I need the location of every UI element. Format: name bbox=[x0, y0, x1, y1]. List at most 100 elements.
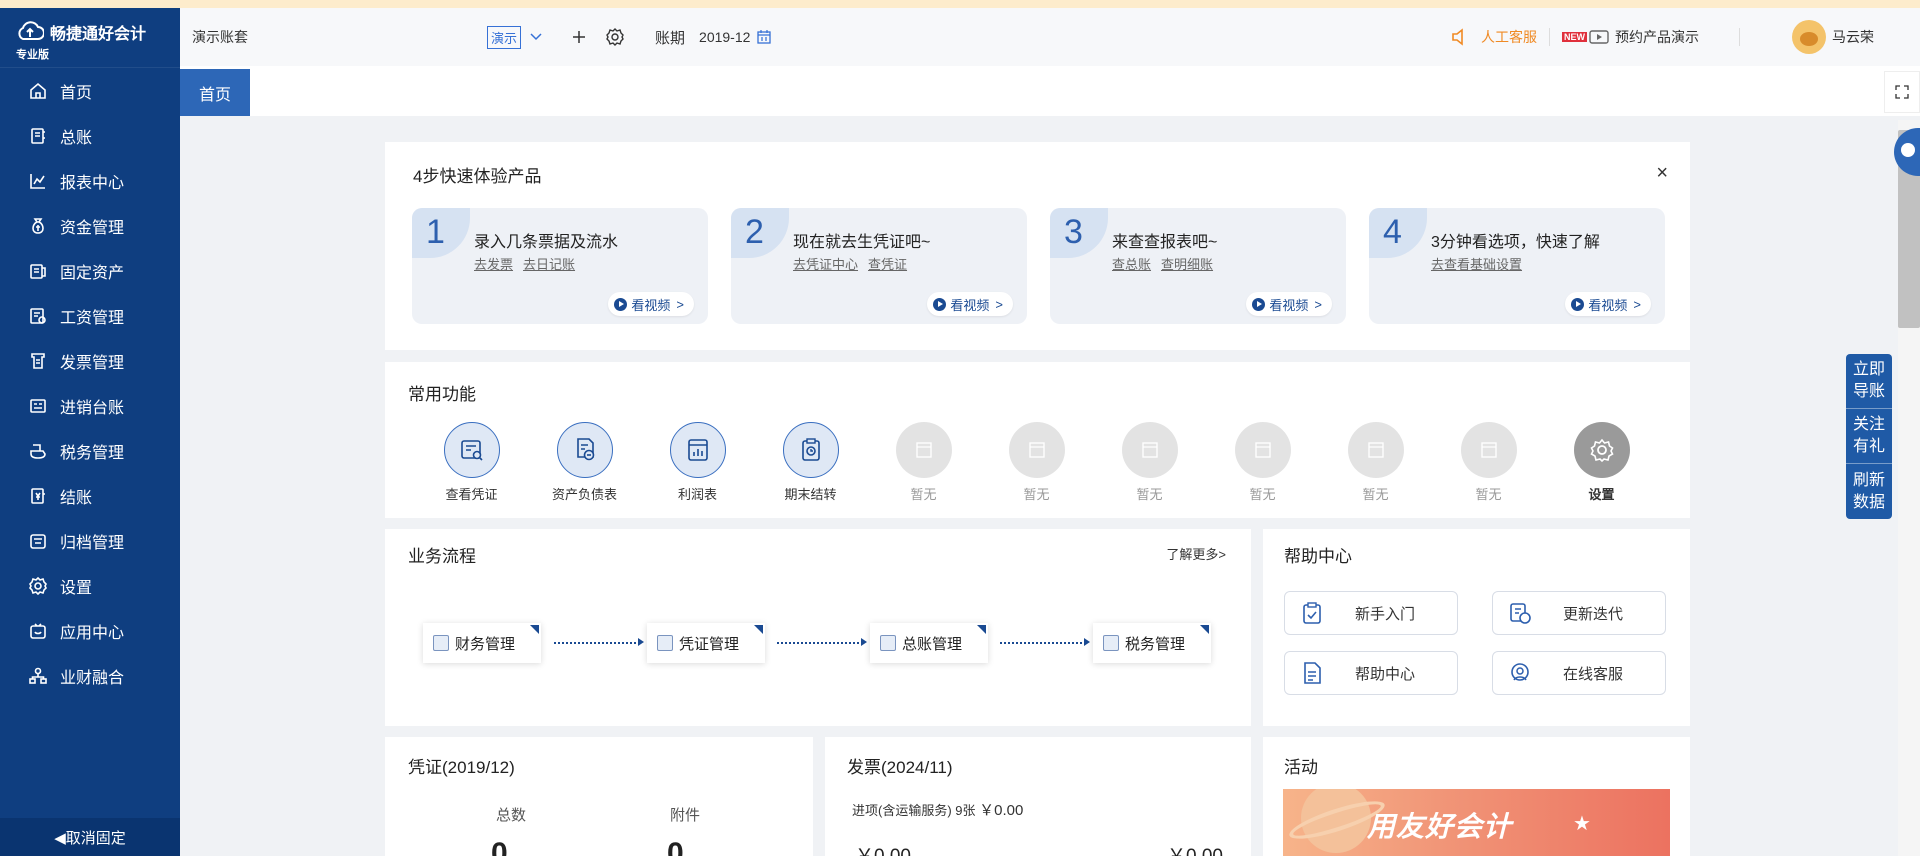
sidebar-item-close-books[interactable]: 结账 bbox=[0, 473, 180, 518]
watch-video-button[interactable]: 看视频 > bbox=[1246, 292, 1332, 316]
business-flow-title: 业务流程 bbox=[408, 547, 476, 566]
close-icon[interactable]: × bbox=[1656, 162, 1668, 185]
brand-logo[interactable]: 畅捷通好会计 专业版 bbox=[0, 8, 180, 68]
quick-start-title: 4步快速体验产品 bbox=[413, 167, 542, 186]
account-demo-tag: 演示 bbox=[487, 25, 522, 49]
function-income-statement[interactable]: 利润表 bbox=[641, 422, 754, 503]
step-link[interactable]: 去日记账 bbox=[523, 257, 575, 272]
invoice-summary-card: 发票(2024/11) 进项(含运输服务) 9张 ￥0.00 ￥0.00 ￥0.… bbox=[825, 737, 1251, 856]
human-service-button[interactable]: 人工客服 bbox=[1449, 26, 1537, 48]
input-invoice-count: 9张 bbox=[955, 803, 976, 818]
online-support-button[interactable]: 在线客服 bbox=[1492, 651, 1666, 695]
sidebar-item-label: 工资管理 bbox=[60, 309, 125, 327]
sidebar-nav: 首页 总账 报表中心 资金管理 固定资产 工资管理 发票管理 进销台账 税务管理… bbox=[0, 68, 180, 698]
common-functions-title: 常用功能 bbox=[408, 385, 476, 404]
activity-title: 活动 bbox=[1284, 758, 1318, 777]
release-notes-button[interactable]: 更新迭代 bbox=[1492, 591, 1666, 635]
function-empty-slot: 暂无 bbox=[980, 422, 1093, 503]
sidebar-item-funds[interactable]: 资金管理 bbox=[0, 203, 180, 248]
tab-bar: 首页 bbox=[180, 66, 1920, 116]
flow-step-tax[interactable]: 税务管理 bbox=[1093, 623, 1211, 663]
divider bbox=[1549, 28, 1550, 46]
step-title: 3分钟看选项，快速了解 bbox=[1431, 234, 1600, 251]
invoice-icon bbox=[28, 351, 48, 371]
step-title: 现在就去生凭证吧~ bbox=[793, 234, 931, 251]
unpin-sidebar-button[interactable]: ◀取消固定 bbox=[0, 818, 180, 856]
placeholder-icon bbox=[895, 422, 952, 478]
tab-home[interactable]: 首页 bbox=[180, 69, 250, 116]
asset-icon bbox=[28, 261, 48, 281]
flow-step-finance[interactable]: 财务管理 bbox=[423, 623, 541, 663]
app-icon bbox=[28, 621, 48, 641]
voucher-title: 凭证(2019/12) bbox=[408, 758, 515, 777]
function-period-end-transfer[interactable]: 期末结转 bbox=[754, 422, 867, 503]
beginner-guide-button[interactable]: 新手入门 bbox=[1284, 591, 1458, 635]
sidebar-item-invoices[interactable]: 发票管理 bbox=[0, 338, 180, 383]
voucher-summary-card: 凭证(2019/12) 总数 附件 0 0 bbox=[385, 737, 813, 856]
refresh-data-button[interactable]: 刷新数据 bbox=[1846, 464, 1892, 519]
account-selector[interactable]: 演示账套 bbox=[192, 27, 477, 47]
sidebar-item-tax[interactable]: 税务管理 bbox=[0, 428, 180, 473]
sidebar-item-ledger[interactable]: 总账 bbox=[0, 113, 180, 158]
function-balance-sheet[interactable]: 资产负债表 bbox=[528, 422, 641, 503]
clipboard-check-icon bbox=[1303, 602, 1321, 624]
calendar-icon[interactable] bbox=[756, 29, 772, 45]
watch-video-button[interactable]: 看视频 > bbox=[608, 292, 694, 316]
help-button-label: 更新迭代 bbox=[1563, 605, 1624, 623]
chevron-down-icon[interactable] bbox=[529, 30, 543, 44]
sidebar-item-inventory[interactable]: 进销台账 bbox=[0, 383, 180, 428]
input-invoice-line[interactable]: 进项(含运输服务) 9张 ￥0.00 bbox=[852, 799, 1023, 820]
quick-step: 3 来查查报表吧~ 查总账 查明细账 看视频 > bbox=[1050, 208, 1346, 324]
invoice-title: 发票(2024/11) bbox=[847, 758, 953, 777]
user-menu[interactable]: 马云荣 bbox=[1792, 20, 1874, 54]
voucher-icon bbox=[657, 635, 673, 651]
book-demo-button[interactable]: NEW 预约产品演示 bbox=[1562, 27, 1699, 47]
watch-video-button[interactable]: 看视频 > bbox=[927, 292, 1013, 316]
fullscreen-button[interactable] bbox=[1884, 71, 1920, 113]
step-link[interactable]: 去查看基础设置 bbox=[1431, 257, 1522, 272]
function-label: 资产负债表 bbox=[551, 487, 617, 502]
help-button-label: 新手入门 bbox=[1355, 605, 1416, 623]
sidebar-item-home[interactable]: 首页 bbox=[0, 68, 180, 113]
follow-gift-button[interactable]: 关注有礼 bbox=[1846, 409, 1892, 464]
step-link[interactable]: 去凭证中心 bbox=[793, 257, 858, 272]
flow-step-ledger[interactable]: 总账管理 bbox=[870, 623, 988, 663]
step-link[interactable]: 去发票 bbox=[474, 257, 513, 272]
learn-more-link[interactable]: 了解更多> bbox=[1166, 544, 1226, 563]
sidebar-item-label: 报表中心 bbox=[60, 174, 125, 192]
sidebar-item-salary[interactable]: 工资管理 bbox=[0, 293, 180, 338]
quick-start-card: 4步快速体验产品 × 1 录入几条票据及流水 去发票 去日记账 看视频 > 2 现在… bbox=[385, 142, 1690, 350]
step-link[interactable]: 查明细账 bbox=[1161, 257, 1213, 272]
add-icon[interactable] bbox=[569, 27, 589, 47]
avatar bbox=[1792, 20, 1826, 54]
sidebar-item-fixed-assets[interactable]: 固定资产 bbox=[0, 248, 180, 293]
voucher-attachment-value[interactable]: 0 bbox=[667, 837, 684, 856]
chevron-right-icon: > bbox=[995, 296, 1003, 312]
function-empty-slot: 暂无 bbox=[867, 422, 980, 503]
function-view-voucher[interactable]: 查看凭证 bbox=[415, 422, 528, 503]
flow-step-label: 税务管理 bbox=[1125, 635, 1186, 653]
step-link[interactable]: 查总账 bbox=[1112, 257, 1151, 272]
period-value[interactable]: 2019-12 bbox=[699, 29, 750, 45]
help-center-button[interactable]: 帮助中心 bbox=[1284, 651, 1458, 695]
watch-video-button[interactable]: 看视频 > bbox=[1565, 292, 1651, 316]
flow-step-voucher[interactable]: 凭证管理 bbox=[647, 623, 765, 663]
sidebar-item-label: 进销台账 bbox=[60, 399, 125, 417]
function-settings[interactable]: 设置 bbox=[1545, 422, 1658, 503]
step-link[interactable]: 查凭证 bbox=[868, 257, 907, 272]
chevron-right-icon: > bbox=[1314, 296, 1322, 312]
function-empty-slot: 暂无 bbox=[1432, 422, 1545, 503]
sidebar-item-business-finance[interactable]: 业财融合 bbox=[0, 653, 180, 698]
sidebar-item-settings[interactable]: 设置 bbox=[0, 563, 180, 608]
voucher-total-value[interactable]: 0 bbox=[491, 837, 508, 856]
sidebar-item-apps[interactable]: 应用中心 bbox=[0, 608, 180, 653]
import-accounts-button[interactable]: 立即导账 bbox=[1846, 354, 1892, 409]
activity-banner[interactable]: 用友好会计 ★ bbox=[1283, 789, 1670, 856]
gear-icon[interactable] bbox=[605, 27, 625, 47]
sidebar-item-reports[interactable]: 报表中心 bbox=[0, 158, 180, 203]
chevron-right-icon: > bbox=[676, 296, 684, 312]
fullscreen-icon bbox=[1895, 85, 1909, 99]
sidebar-item-label: 设置 bbox=[60, 579, 93, 597]
step-number: 4 bbox=[1369, 208, 1427, 258]
sidebar-item-archive[interactable]: 归档管理 bbox=[0, 518, 180, 563]
